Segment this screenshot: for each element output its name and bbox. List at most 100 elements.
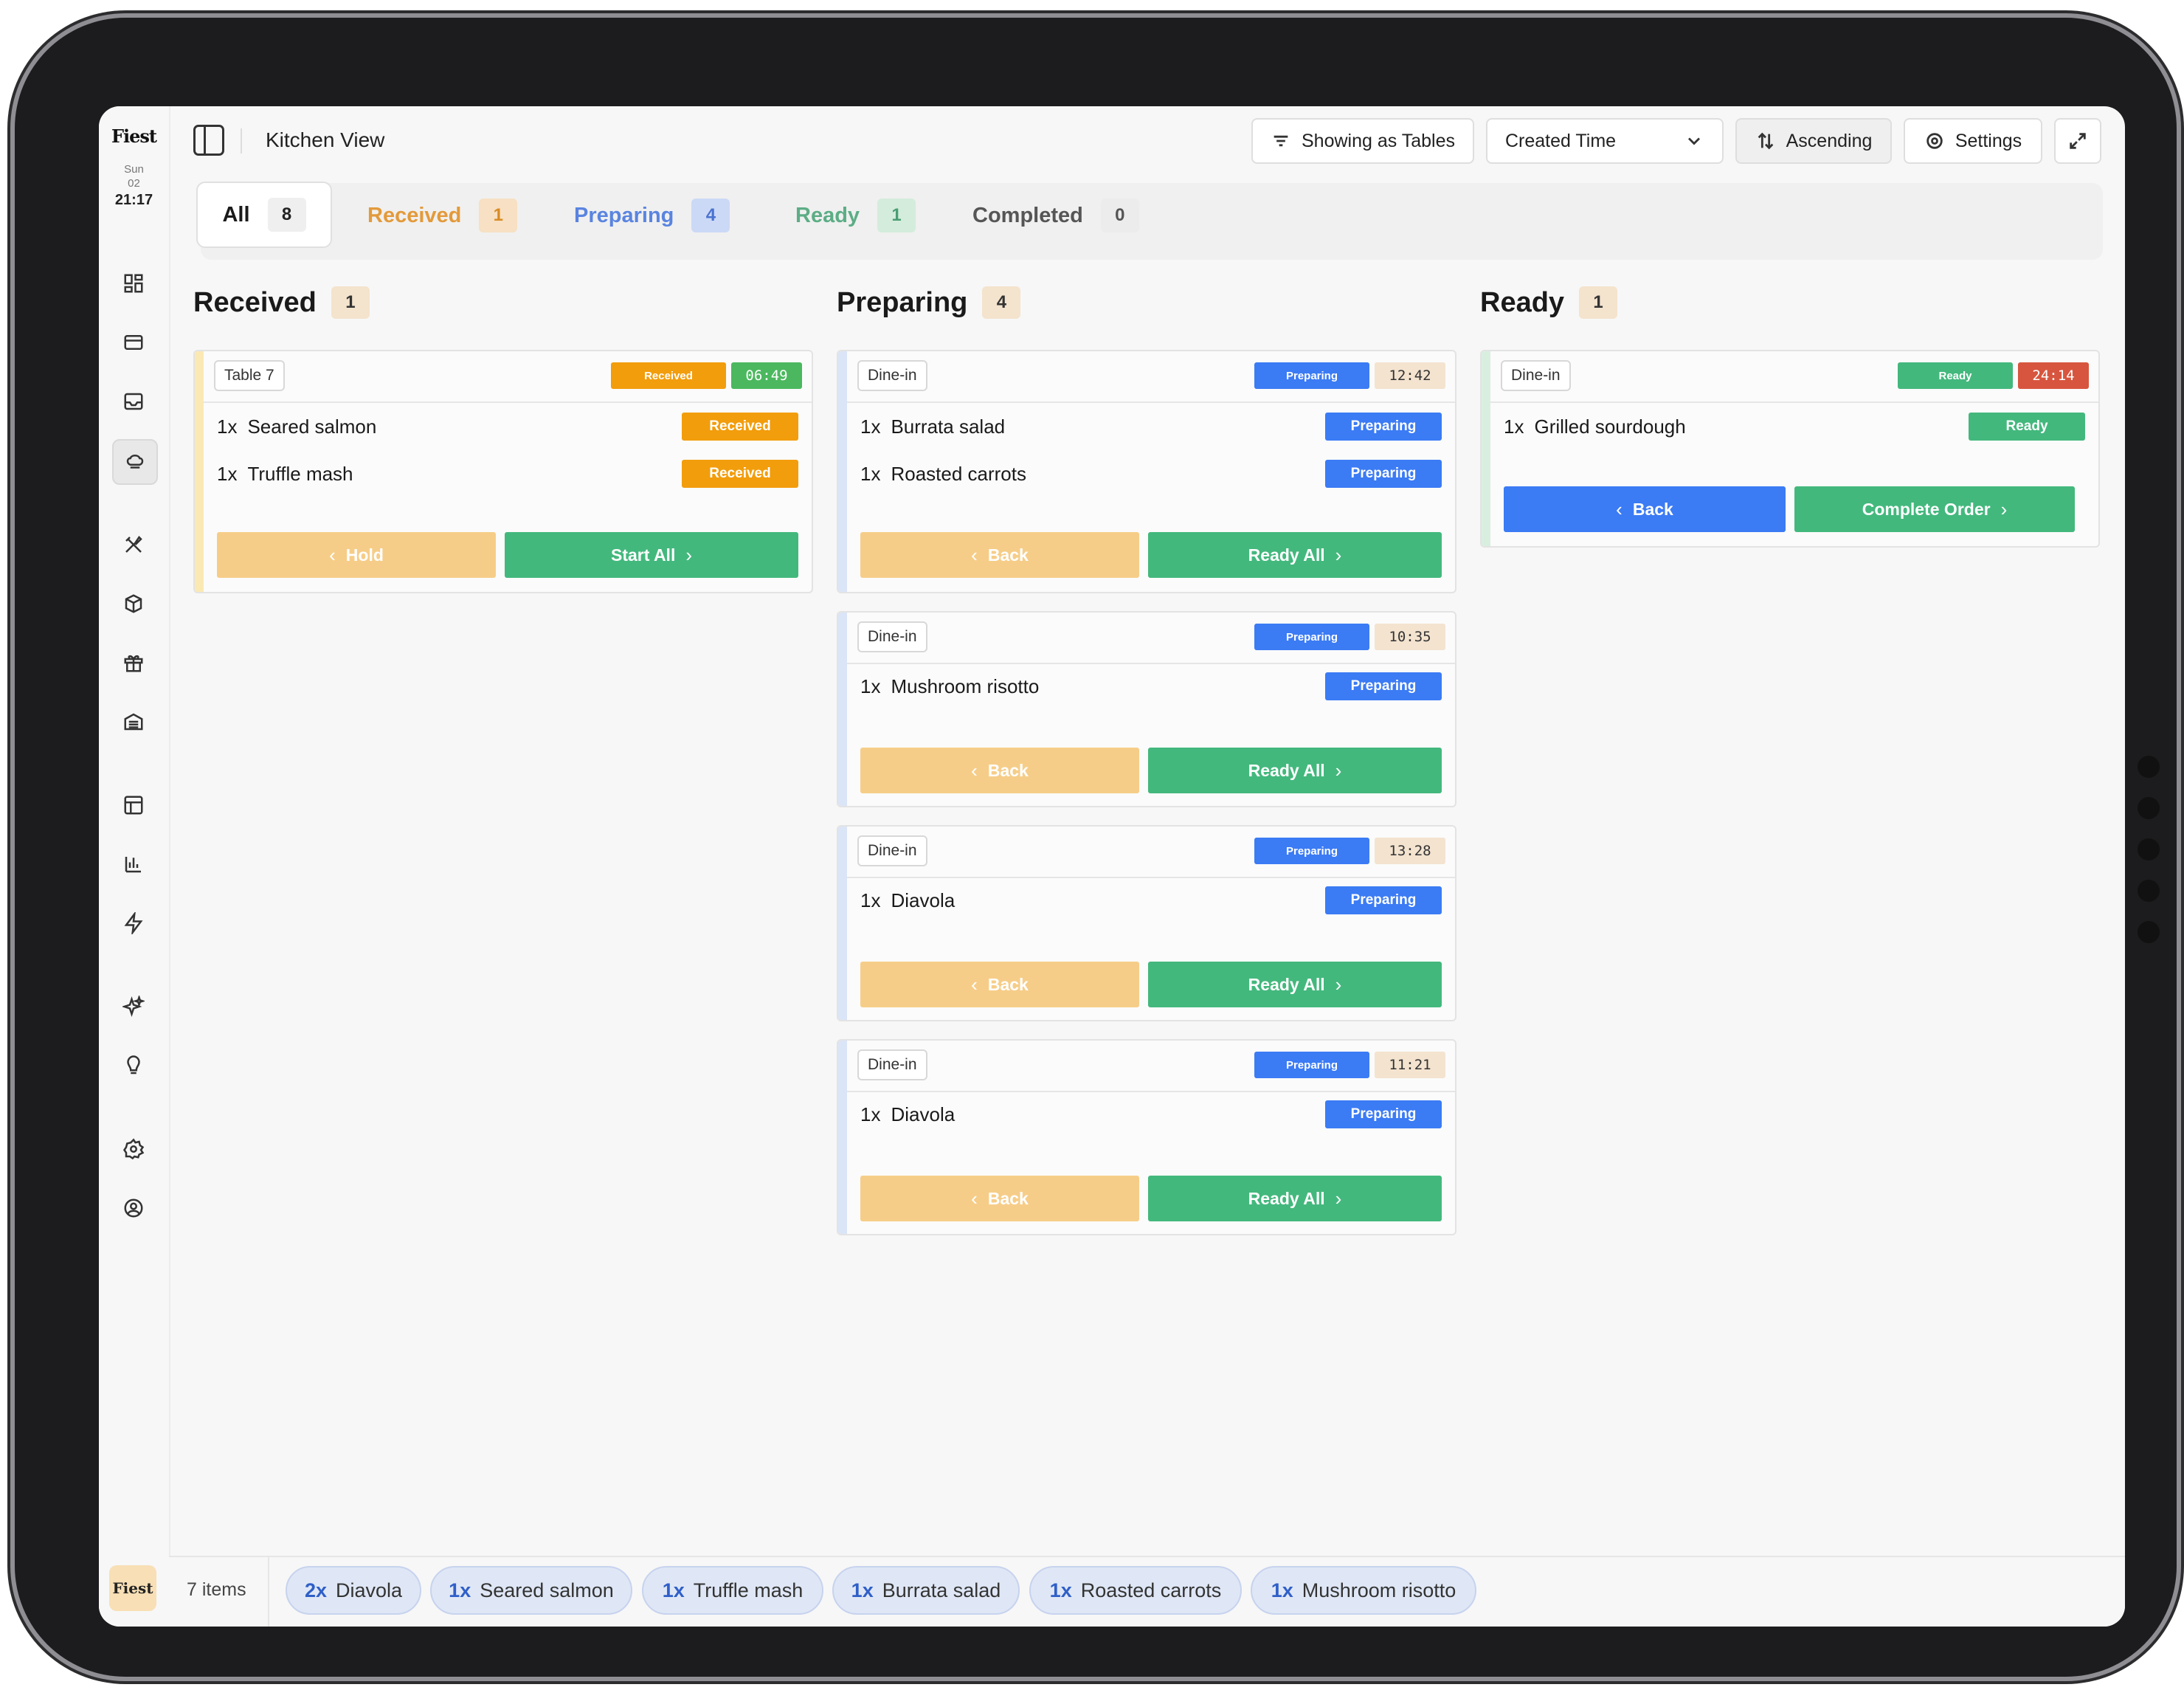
- item-qty: 1x: [217, 415, 238, 438]
- archive-icon[interactable]: [112, 700, 155, 743]
- item-status-button[interactable]: Received: [682, 413, 798, 441]
- button-label: Back: [987, 545, 1029, 565]
- item-status-button[interactable]: Preparing: [1325, 886, 1442, 914]
- summary-chip[interactable]: 1x Burrata salad: [832, 1566, 1020, 1615]
- tab-preparing[interactable]: Preparing 4: [574, 183, 730, 248]
- card-stripe: [838, 1041, 847, 1234]
- order-card: Dine-in Preparing 11:21 1x Diavola Prepa…: [837, 1039, 1456, 1235]
- item-qty: 1x: [860, 889, 881, 911]
- order-status-badge: Preparing: [1254, 1052, 1369, 1078]
- ready-all-button[interactable]: Ready All ›: [1148, 748, 1442, 793]
- card-header: Table 7 Received 06:49: [204, 351, 812, 403]
- sparkles-icon[interactable]: [112, 985, 155, 1028]
- line-item[interactable]: 1x Mushroom risotto Preparing: [860, 664, 1442, 708]
- view-mode-button[interactable]: Showing as Tables: [1251, 118, 1474, 164]
- settings-icon[interactable]: [112, 1128, 155, 1170]
- chart-icon[interactable]: [112, 843, 155, 886]
- brand-badge[interactable]: Fiest: [109, 1565, 156, 1611]
- chevron-right-icon: ›: [2000, 497, 2008, 520]
- expand-icon: [2070, 133, 2086, 149]
- button-label: Back: [987, 974, 1029, 994]
- tab-all[interactable]: All 8: [196, 182, 332, 248]
- start-all-button[interactable]: Start All ›: [505, 532, 798, 578]
- order-tag: Dine-in: [1501, 360, 1571, 391]
- button-label: Ready All: [1248, 1188, 1325, 1208]
- tab-count: 0: [1100, 199, 1139, 232]
- card-header: Dine-in Preparing 13:28: [847, 827, 1455, 878]
- column-title: Preparing: [837, 286, 968, 318]
- item-status-button[interactable]: Preparing: [1325, 672, 1442, 700]
- user-icon[interactable]: [112, 1187, 155, 1229]
- line-item[interactable]: 1x Burrata salad Preparing: [860, 404, 1442, 449]
- sort-order-label: Ascending: [1786, 130, 1873, 151]
- card-icon[interactable]: [112, 321, 155, 364]
- gift-icon[interactable]: [112, 641, 155, 684]
- status-filter-tabs: All 8 Received 1 Preparing 4 Ready 1 Com…: [196, 182, 2103, 260]
- item-status-button[interactable]: Preparing: [1325, 1100, 1442, 1128]
- order-timer: 06:49: [731, 362, 802, 389]
- summary-chip[interactable]: 1x Seared salmon: [430, 1566, 632, 1615]
- back-button[interactable]: ‹ Back: [860, 748, 1139, 793]
- dashboard-icon[interactable]: [112, 262, 155, 305]
- tab-ready[interactable]: Ready 1: [795, 183, 916, 248]
- hold-button[interactable]: ‹ Hold: [217, 532, 496, 578]
- card-header: Dine-in Preparing 11:21: [847, 1041, 1455, 1092]
- summary-chip[interactable]: 1x Roasted carrots: [1029, 1566, 1242, 1615]
- box-icon[interactable]: [112, 582, 155, 625]
- chevron-left-icon: ‹: [971, 1187, 978, 1210]
- item-status-button[interactable]: Preparing: [1325, 413, 1442, 441]
- table-icon[interactable]: [112, 784, 155, 827]
- line-item[interactable]: 1x Diavola Preparing: [860, 878, 1442, 922]
- back-button[interactable]: ‹ Back: [860, 962, 1139, 1007]
- item-name: Mushroom risotto: [891, 675, 1040, 697]
- sort-arrows-icon: [1758, 132, 1773, 150]
- sort-field-select[interactable]: Created Time: [1486, 118, 1724, 164]
- card-header: Dine-in Ready 24:14: [1490, 351, 2098, 403]
- order-status-badge: Preparing: [1254, 838, 1369, 864]
- summary-chip[interactable]: 1x Truffle mash: [642, 1566, 823, 1615]
- line-item[interactable]: 1x Seared salmon Received: [217, 404, 798, 449]
- line-item[interactable]: 1x Truffle mash Received: [217, 452, 798, 496]
- order-tag: Dine-in: [857, 835, 927, 866]
- item-status-button[interactable]: Ready: [1969, 413, 2085, 441]
- side-sensor: [2138, 880, 2160, 902]
- column-count: 4: [982, 286, 1021, 319]
- item-status-button[interactable]: Preparing: [1325, 460, 1442, 488]
- order-card: Dine-in Ready 24:14 1x Grilled sourdough…: [1480, 350, 2100, 548]
- settings-button[interactable]: Settings: [1904, 118, 2042, 164]
- item-name: Diavola: [891, 889, 956, 911]
- button-label: Ready All: [1248, 545, 1325, 565]
- tab-received[interactable]: Received 1: [367, 183, 518, 248]
- bolt-icon[interactable]: [112, 902, 155, 945]
- device-frame: Fiest Sun 02 21:17 Fiest Kitchen View Sh…: [15, 18, 2177, 1677]
- sort-order-button[interactable]: Ascending: [1735, 118, 1892, 164]
- tab-label: Preparing: [574, 203, 674, 227]
- summary-chip[interactable]: 1x Mushroom risotto: [1251, 1566, 1476, 1615]
- inbox-icon[interactable]: [112, 380, 155, 423]
- back-button[interactable]: ‹ Back: [1504, 486, 1786, 532]
- ready-all-button[interactable]: Ready All ›: [1148, 1176, 1442, 1221]
- fullscreen-button[interactable]: [2054, 118, 2101, 164]
- ready-all-button[interactable]: Ready All ›: [1148, 962, 1442, 1007]
- card-header: Dine-in Preparing 12:42: [847, 351, 1455, 403]
- utensils-icon[interactable]: [112, 523, 155, 566]
- back-button[interactable]: ‹ Back: [860, 532, 1139, 578]
- back-button[interactable]: ‹ Back: [860, 1176, 1139, 1221]
- item-qty: 1x: [860, 462, 881, 485]
- summary-chip[interactable]: 2x Diavola: [286, 1566, 421, 1615]
- tab-completed[interactable]: Completed 0: [972, 183, 1139, 248]
- tab-label: Completed: [972, 203, 1083, 227]
- chef-hat-icon[interactable]: [112, 439, 158, 485]
- sidebar-toggle-icon[interactable]: [193, 125, 224, 156]
- complete-order-button[interactable]: Complete Order ›: [1794, 486, 2075, 532]
- chevron-right-icon: ›: [1335, 543, 1342, 566]
- line-item[interactable]: 1x Grilled sourdough Ready: [1504, 404, 2085, 449]
- chip-name: Mushroom risotto: [1302, 1579, 1456, 1601]
- line-item[interactable]: 1x Diavola Preparing: [860, 1092, 1442, 1137]
- item-status-button[interactable]: Received: [682, 460, 798, 488]
- lightbulb-icon[interactable]: [112, 1044, 155, 1087]
- ready-all-button[interactable]: Ready All ›: [1148, 532, 1442, 578]
- item-name: Burrata salad: [891, 415, 1006, 438]
- order-card: Table 7 Received 06:49 1x Seared salmon …: [193, 350, 813, 593]
- line-item[interactable]: 1x Roasted carrots Preparing: [860, 452, 1442, 496]
